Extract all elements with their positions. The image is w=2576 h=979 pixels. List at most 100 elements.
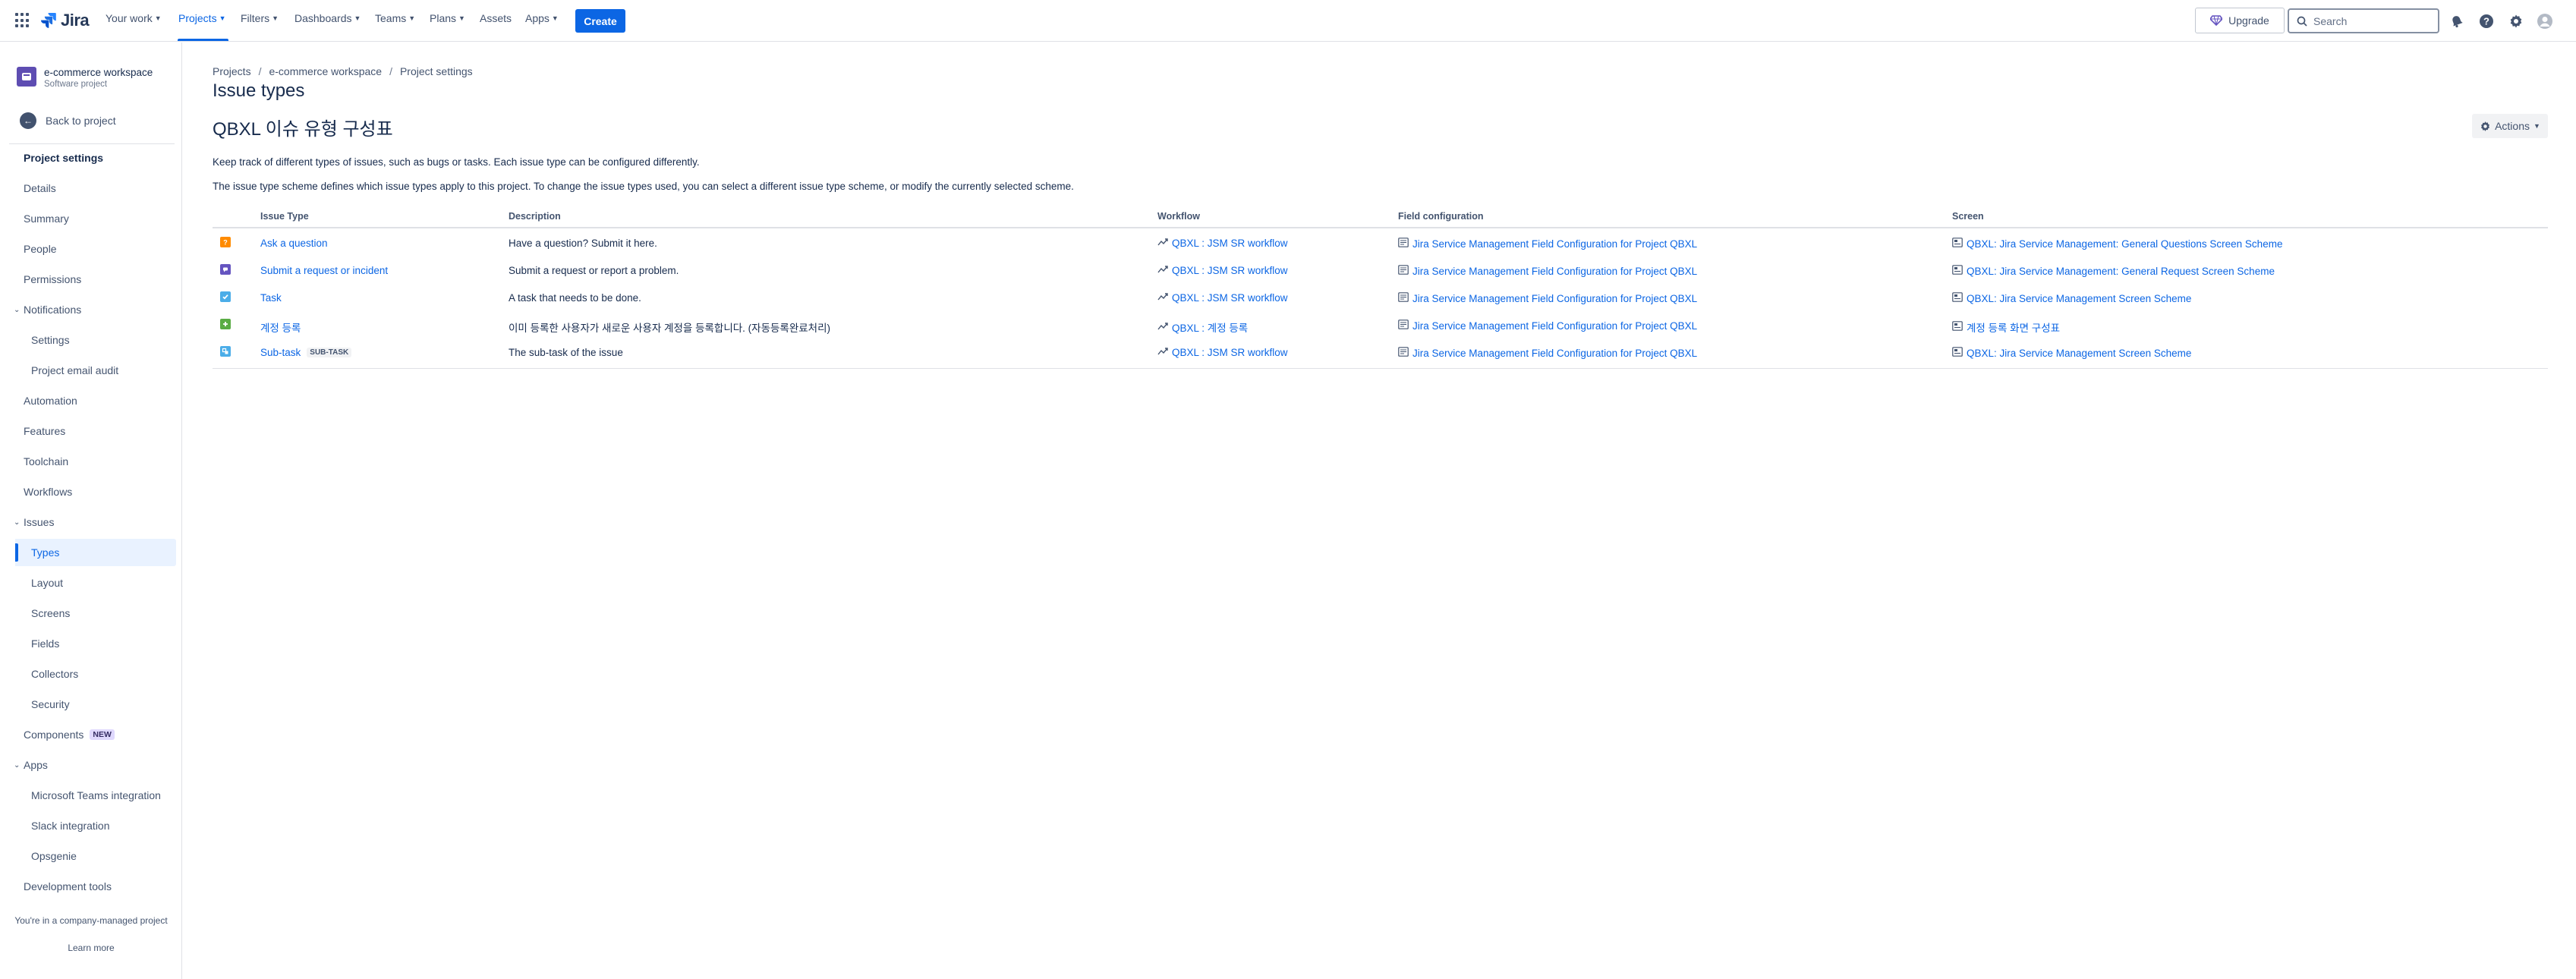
project-avatar bbox=[17, 67, 36, 87]
sidebar-item-components[interactable]: Components NEW bbox=[14, 721, 175, 748]
field-config-icon bbox=[1398, 320, 1409, 332]
field-configuration-name: Jira Service Management Field Configurat… bbox=[1412, 347, 1698, 359]
sidebar-item-collectors[interactable]: Collectors bbox=[14, 660, 175, 688]
nav-apps[interactable]: Apps ▼ bbox=[525, 12, 559, 24]
sidebar-item-workflows[interactable]: Workflows bbox=[14, 478, 175, 505]
nav-teams[interactable]: Teams ▼ bbox=[375, 12, 415, 24]
issue-type-link[interactable]: 계정 등록 bbox=[260, 320, 301, 335]
chevron-down-icon: ▼ bbox=[219, 14, 226, 22]
workflow-icon bbox=[1157, 347, 1168, 358]
workflow-link[interactable]: QBXL : JSM SR workflow bbox=[1157, 347, 1288, 358]
workflow-link[interactable]: QBXL : JSM SR workflow bbox=[1157, 292, 1288, 304]
scheme-description: The issue type scheme defines which issu… bbox=[213, 181, 1074, 192]
nav-dashboards[interactable]: Dashboards ▼ bbox=[294, 12, 361, 24]
workflow-link[interactable]: QBXL : JSM SR workflow bbox=[1157, 265, 1288, 276]
issue-type-link[interactable]: Ask a question bbox=[260, 238, 328, 249]
sidebar-group-apps[interactable]: ⌄ Apps bbox=[14, 751, 175, 779]
chevron-down-icon: ▼ bbox=[458, 14, 465, 22]
user-avatar[interactable] bbox=[2537, 13, 2553, 30]
sidebar-item-summary[interactable]: Summary bbox=[14, 205, 175, 232]
sidebar-item-security[interactable]: Security bbox=[14, 691, 175, 718]
issue-type-description: A task that needs to be done. bbox=[509, 292, 641, 304]
field-configuration-link[interactable]: Jira Service Management Field Configurat… bbox=[1398, 265, 1697, 277]
screen-scheme-name: QBXL: Jira Service Management: General R… bbox=[1967, 265, 2275, 277]
sidebar-item-people[interactable]: People bbox=[14, 235, 175, 263]
create-button[interactable]: Create bbox=[575, 9, 625, 33]
table-row: ? Ask a question Have a question? Submit… bbox=[213, 230, 2548, 257]
learn-more-link[interactable]: Learn more bbox=[0, 943, 182, 953]
workflow-link[interactable]: QBXL : JSM SR workflow bbox=[1157, 238, 1288, 249]
sidebar-item-project-email-audit[interactable]: Project email audit bbox=[14, 357, 175, 384]
app-switcher-icon[interactable] bbox=[15, 13, 30, 28]
workflow-icon bbox=[1157, 292, 1168, 304]
sidebar-item-details[interactable]: Details bbox=[14, 175, 175, 202]
screen-scheme-link[interactable]: QBXL: Jira Service Management Screen Sch… bbox=[1952, 292, 2191, 304]
issue-type-description: Submit a request or report a problem. bbox=[509, 265, 679, 276]
field-configuration-link[interactable]: Jira Service Management Field Configurat… bbox=[1398, 320, 1697, 332]
back-to-project-link[interactable]: ← Back to project bbox=[20, 112, 116, 129]
sidebar-item-screens[interactable]: Screens bbox=[14, 600, 175, 627]
nav-assets[interactable]: Assets bbox=[480, 12, 512, 24]
workflow-name: QBXL : JSM SR workflow bbox=[1172, 238, 1288, 249]
notifications-bell-icon[interactable] bbox=[2448, 13, 2465, 30]
field-configuration-link[interactable]: Jira Service Management Field Configurat… bbox=[1398, 238, 1697, 250]
screen-scheme-name: QBXL: Jira Service Management: General Q… bbox=[1967, 238, 2283, 250]
svg-text:?: ? bbox=[2483, 16, 2489, 27]
active-nav-indicator bbox=[178, 39, 228, 41]
arrow-left-icon: ← bbox=[20, 112, 36, 129]
breadcrumb-projects[interactable]: Projects bbox=[213, 65, 251, 77]
issue-type-link[interactable]: Submit a request or incident bbox=[260, 265, 388, 276]
upgrade-button[interactable]: Upgrade bbox=[2195, 8, 2285, 33]
nav-plans[interactable]: Plans ▼ bbox=[430, 12, 465, 24]
field-configuration-name: Jira Service Management Field Configurat… bbox=[1412, 292, 1698, 304]
screen-scheme-link[interactable]: 계정 등록 화면 구성표 bbox=[1952, 320, 2060, 335]
chevron-down-icon: ▼ bbox=[154, 14, 162, 22]
nav-filters[interactable]: Filters ▼ bbox=[241, 12, 279, 24]
field-configuration-link[interactable]: Jira Service Management Field Configurat… bbox=[1398, 292, 1697, 304]
sidebar-item-permissions[interactable]: Permissions bbox=[14, 266, 175, 293]
settings-gear-icon[interactable] bbox=[2508, 13, 2524, 30]
table-row: 계정 등록 이미 등록한 사용자가 새로운 사용자 계정을 등록합니다. (자동… bbox=[213, 312, 2548, 339]
gem-icon bbox=[2210, 15, 2223, 26]
chevron-down-icon: ▼ bbox=[272, 14, 279, 22]
breadcrumb-project[interactable]: e-commerce workspace bbox=[269, 65, 382, 77]
screen-scheme-link[interactable]: QBXL: Jira Service Management Screen Sch… bbox=[1952, 347, 2191, 359]
screen-icon bbox=[1952, 238, 1963, 250]
help-icon[interactable]: ? bbox=[2478, 13, 2495, 30]
sidebar-group-label: Apps bbox=[24, 759, 48, 771]
jira-logo[interactable]: Jira bbox=[41, 9, 90, 32]
screen-scheme-name: QBXL: Jira Service Management Screen Sch… bbox=[1967, 292, 2192, 304]
sidebar-item-layout[interactable]: Layout bbox=[14, 569, 175, 597]
sidebar-item-types[interactable]: Types bbox=[15, 539, 176, 566]
breadcrumb-separator: / bbox=[389, 65, 392, 77]
project-header[interactable]: e-commerce workspace Software project bbox=[17, 67, 153, 90]
workflow-link[interactable]: QBXL : 계정 등록 bbox=[1157, 320, 1248, 335]
issue-type-link[interactable]: Sub-task SUB-TASK bbox=[260, 347, 352, 358]
sidebar-item-slack[interactable]: Slack integration bbox=[14, 812, 175, 839]
sidebar-item-opsgenie[interactable]: Opsgenie bbox=[14, 842, 175, 870]
search-input[interactable]: Search bbox=[2288, 8, 2439, 33]
screen-scheme-link[interactable]: QBXL: Jira Service Management: General Q… bbox=[1952, 238, 2282, 250]
actions-button[interactable]: Actions ▼ bbox=[2472, 114, 2548, 138]
sidebar-item-notification-settings[interactable]: Settings bbox=[14, 326, 175, 354]
sidebar-group-issues[interactable]: ⌄ Issues bbox=[14, 508, 175, 536]
workflow-icon bbox=[1157, 265, 1168, 276]
nav-your-work[interactable]: Your work ▼ bbox=[105, 12, 162, 24]
table-row: Sub-task SUB-TASK The sub-task of the is… bbox=[213, 339, 2548, 367]
workflow-name: QBXL : 계정 등록 bbox=[1172, 323, 1249, 334]
breadcrumb-project-settings[interactable]: Project settings bbox=[400, 65, 473, 77]
sidebar-item-features[interactable]: Features bbox=[14, 417, 175, 445]
field-configuration-link[interactable]: Jira Service Management Field Configurat… bbox=[1398, 347, 1697, 359]
sidebar-item-toolchain[interactable]: Toolchain bbox=[14, 448, 175, 475]
sidebar-section-title: Project settings bbox=[24, 152, 104, 164]
nav-projects[interactable]: Projects ▼ bbox=[178, 12, 226, 24]
sidebar-item-fields[interactable]: Fields bbox=[14, 630, 175, 657]
sidebar-item-automation[interactable]: Automation bbox=[14, 387, 175, 414]
sidebar-item-microsoft-teams[interactable]: Microsoft Teams integration bbox=[14, 782, 175, 809]
screen-icon bbox=[1952, 321, 1963, 333]
request-icon bbox=[220, 264, 231, 275]
sidebar-group-notifications[interactable]: ⌄ Notifications bbox=[14, 296, 175, 323]
sidebar-item-development-tools[interactable]: Development tools bbox=[14, 873, 175, 900]
issue-type-link[interactable]: Task bbox=[260, 292, 282, 304]
screen-scheme-link[interactable]: QBXL: Jira Service Management: General R… bbox=[1952, 265, 2275, 277]
